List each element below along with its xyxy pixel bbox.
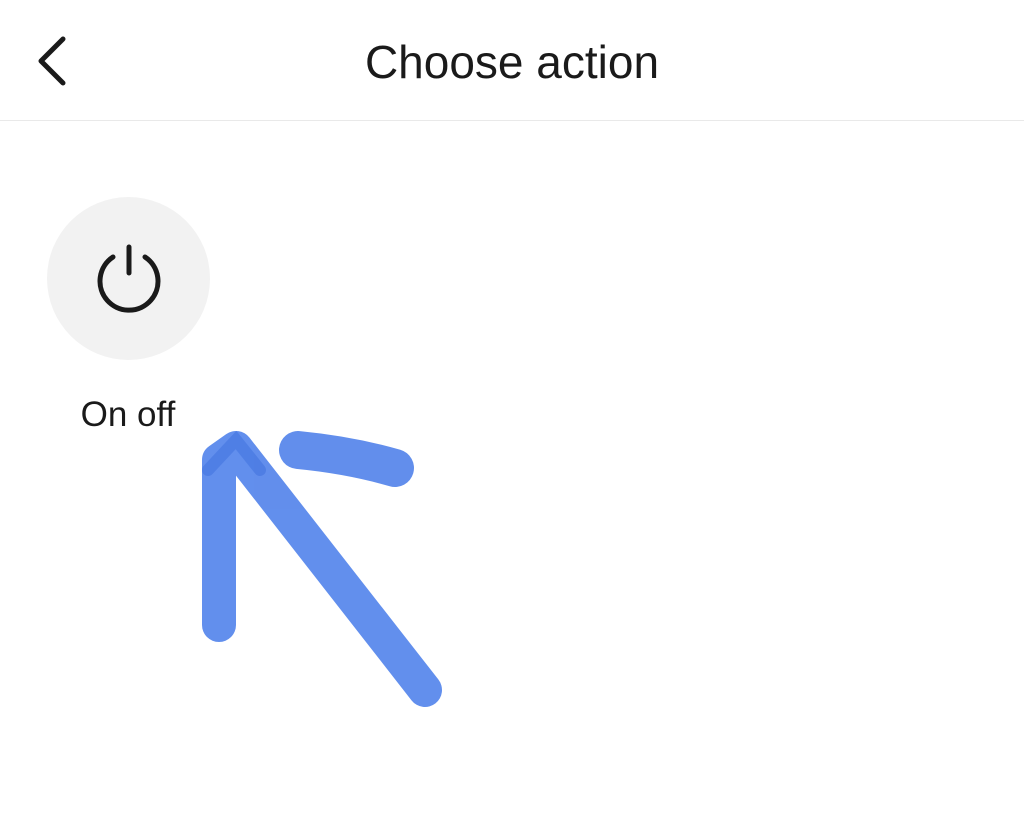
header-bar: Choose action [0, 0, 1024, 121]
action-icon-circle[interactable] [47, 197, 210, 360]
action-label: On off [80, 395, 176, 434]
power-icon [97, 244, 160, 313]
page-title: Choose action [364, 36, 660, 88]
action-on-off[interactable]: On off [40, 190, 216, 440]
